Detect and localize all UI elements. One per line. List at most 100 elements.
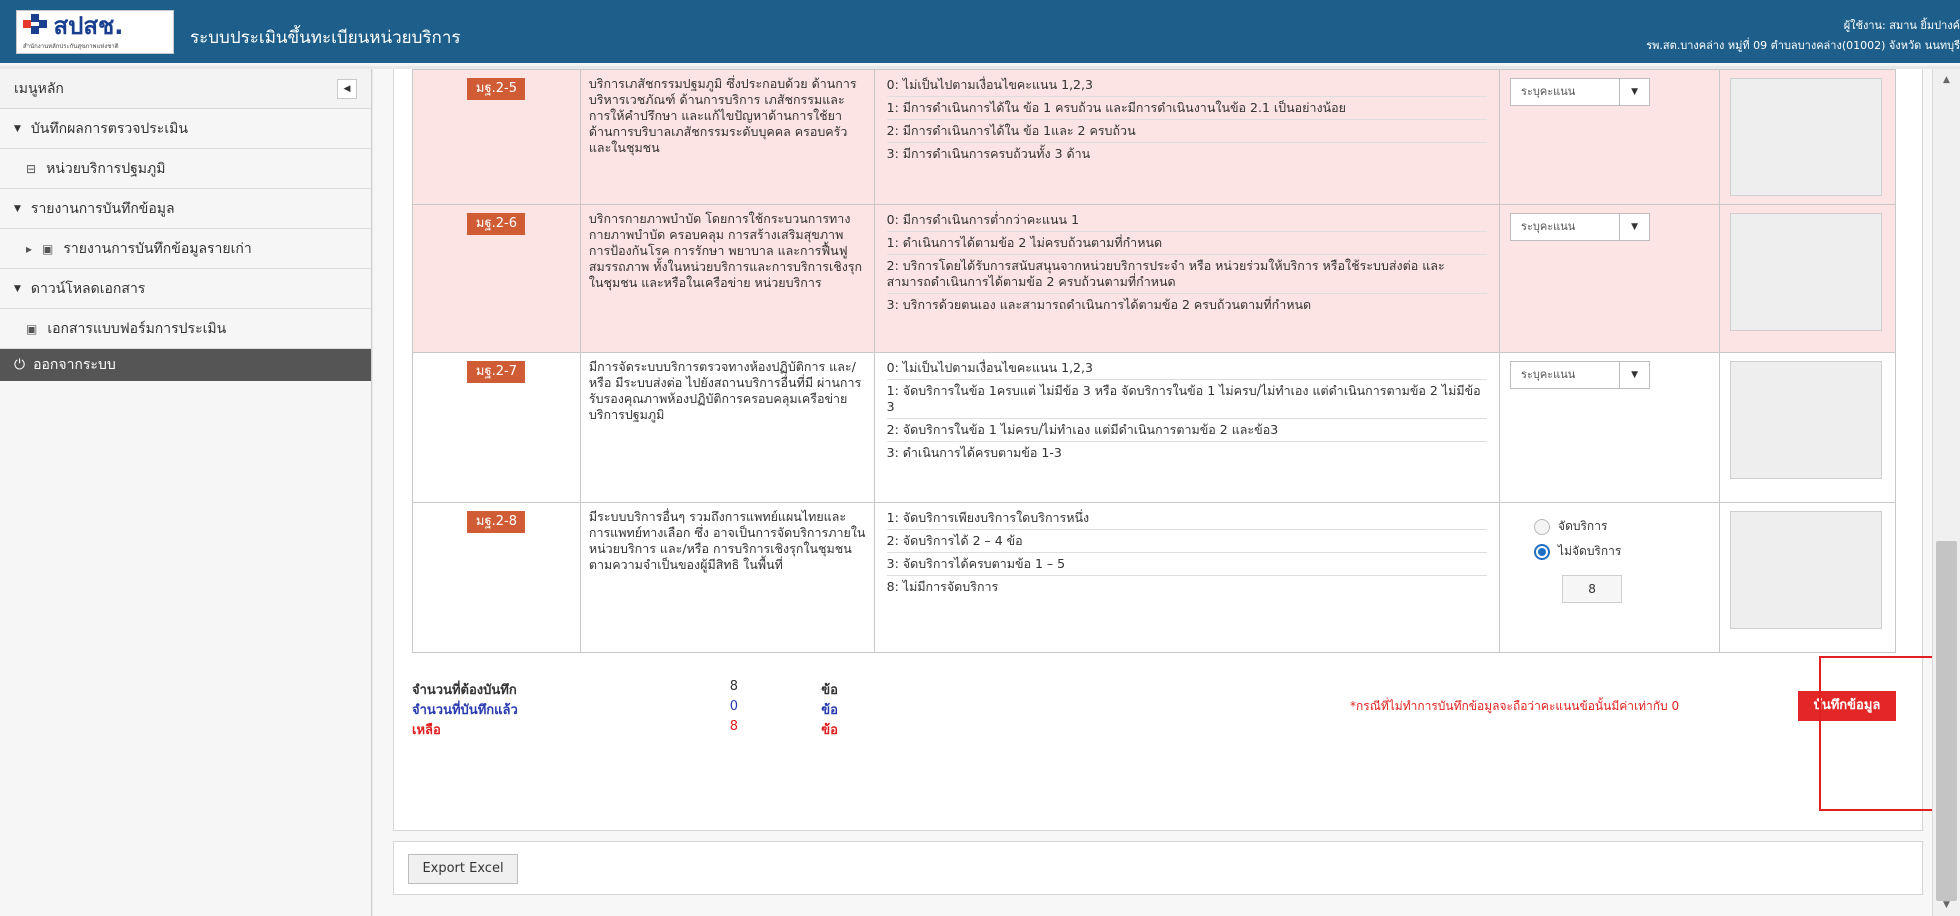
scroll-down-icon[interactable]: ▼	[1933, 894, 1960, 916]
criterion-code: มฐ.2-6	[467, 213, 526, 235]
sidebar-group-label: ดาวน์โหลดเอกสาร	[30, 280, 146, 297]
sidebar-group-label: รายงานการบันทึกข้อมูล	[30, 200, 175, 217]
sidebar-item-label: รายงานการบันทึกข้อมูลรายเก่า	[63, 240, 252, 257]
summary-remaining: เหลือ 8 ข้อ	[412, 719, 838, 739]
table-row: มฐ.2-8 มีระบบบริการอื่นๆ รวมถึงการแพทย์แ…	[412, 502, 1897, 653]
table-row: มฐ.2-6 บริการกายภาพบำบัด โดยการใช้กระบวน…	[412, 204, 1897, 353]
score-select-value: ระบุคะแนน	[1521, 220, 1576, 233]
summary-count: 8	[729, 679, 738, 694]
chevron-down-icon: ▼	[1619, 79, 1649, 105]
sidebar-group-label: บันทึกผลการตรวจประเมิน	[30, 120, 188, 137]
nhso-logo-icon	[23, 14, 47, 34]
caret-down-icon: ▼	[14, 203, 21, 214]
export-bar: Export Excel	[393, 841, 1923, 895]
sidebar: เมนูหลัก ◀ ▼ บันทึกผลการตรวจประเมิน ⊟ หน…	[0, 69, 372, 916]
radio-option-provide[interactable]: จัดบริการ	[1534, 517, 1709, 536]
summary-unit: ข้อ	[821, 683, 838, 698]
sidebar-header: เมนูหลัก ◀	[0, 69, 371, 109]
report-icon: ▣	[42, 241, 54, 256]
sidebar-item-label: หน่วยบริการปฐมภูมิ	[46, 160, 166, 177]
note-textarea[interactable]	[1729, 78, 1882, 196]
criteria-item: 1: ดำเนินการได้ตามข้อ 2 ไม่ครบถ้วนตามที่…	[886, 232, 1488, 255]
caret-right-icon: ▸	[26, 241, 33, 256]
scroll-thumb[interactable]	[1936, 541, 1957, 901]
sidebar-item-label: เอกสารแบบฟอร์มการประเมิน	[47, 320, 227, 337]
criterion-description: บริการกายภาพบำบัด โดยการใช้กระบวนการทางก…	[579, 204, 875, 353]
chevron-down-icon: ▼	[1619, 362, 1649, 388]
sidebar-group-downloads[interactable]: ▼ ดาวน์โหลดเอกสาร	[0, 269, 371, 309]
summary-label: จำนวนที่ต้องบันทึก	[412, 683, 517, 698]
list-icon: ⊟	[26, 161, 37, 176]
collapse-left-icon[interactable]: ◀	[337, 78, 357, 99]
criteria-item: 8: ไม่มีการจัดบริการ	[886, 579, 999, 594]
summary-required: จำนวนที่ต้องบันทึก 8 ข้อ	[412, 679, 838, 699]
score-select-value: ระบุคะแนน	[1521, 85, 1576, 98]
sidebar-group-assessment[interactable]: ▼ บันทึกผลการตรวจประเมิน	[0, 109, 371, 149]
export-excel-button[interactable]: Export Excel	[408, 854, 518, 884]
note-textarea[interactable]	[1729, 511, 1882, 629]
radio-label: จัดบริการ	[1558, 519, 1608, 533]
criterion-code: มฐ.2-7	[467, 361, 526, 383]
radio-label: ไม่จัดบริการ	[1558, 544, 1622, 558]
criteria-item: 1: จัดบริการเพียงบริการใดบริการหนึ่ง	[886, 507, 1488, 530]
assessment-panel: มฐ.2-5 บริการเภสัชกรรมปฐมภูมิ ซึ่งประกอบ…	[393, 69, 1923, 831]
summary-count: 0	[729, 699, 738, 714]
main-content: มฐ.2-5 บริการเภสัชกรรมปฐมภูมิ ซึ่งประกอบ…	[373, 69, 1960, 916]
criteria-item: 2: มีการดำเนินการได้ใน ข้อ 1และ 2 ครบถ้ว…	[886, 120, 1488, 143]
criteria-item: 3: มีการดำเนินการครบถ้วนทั้ง 3 ด้าน	[886, 146, 1091, 161]
criterion-code: มฐ.2-5	[467, 78, 526, 100]
logo-subtext: สำนักงานหลักประกันสุขภาพแห่งชาติ	[23, 43, 119, 50]
note-textarea[interactable]	[1729, 213, 1882, 331]
table-row: มฐ.2-5 บริการเภสัชกรรมปฐมภูมิ ซึ่งประกอบ…	[412, 69, 1897, 205]
criterion-description: มีการจัดระบบบริการตรวจทางห้องปฏิบัติการ …	[579, 352, 875, 503]
criteria-item: 2: จัดบริการได้ 2 – 4 ข้อ	[886, 530, 1488, 553]
scoring-criteria: 1: จัดบริการเพียงบริการใดบริการหนึ่ง 2: …	[873, 502, 1501, 653]
logout-button[interactable]: ⏻ ออกจากระบบ	[0, 349, 371, 381]
criterion-code: มฐ.2-8	[467, 511, 526, 533]
top-header: สปสช. สำนักงานหลักประกันสุขภาพแห่งชาติ ร…	[0, 0, 1960, 66]
criteria-item: 0: ไม่เป็นไปตามเงื่อนไขคะแนน 1,2,3	[886, 74, 1488, 97]
criteria-item: 2: บริการโดยได้รับการสนับสนุนจากหน่วยบริ…	[886, 255, 1488, 294]
sidebar-item-forms[interactable]: ▣ เอกสารแบบฟอร์มการประเมิน	[0, 309, 371, 349]
warning-note: *กรณีที่ไม่ทำการบันทึกข้อมูลจะถือว่าคะแน…	[1350, 699, 1680, 713]
document-icon: ▣	[26, 321, 38, 336]
user-info: ผู้ใช้งาน: สมาน ยิ้มปางค์	[1843, 19, 1960, 32]
scoring-criteria: 0: ไม่เป็นไปตามเงื่อนไขคะแนน 1,2,3 1: มี…	[873, 69, 1501, 205]
note-textarea[interactable]	[1729, 361, 1882, 479]
summary-unit: ข้อ	[821, 703, 838, 718]
unit-info: รพ.สต.บางคล่าง หมู่ที่ 09 ตำบลบางคล่าง(0…	[1646, 39, 1960, 52]
criteria-item: 0: ไม่เป็นไปตามเงื่อนไขคะแนน 1,2,3	[886, 357, 1488, 380]
scoring-criteria: 0: ไม่เป็นไปตามเงื่อนไขคะแนน 1,2,3 1: จั…	[873, 352, 1501, 503]
sidebar-item-report[interactable]: ▸ ▣ รายงานการบันทึกข้อมูลรายเก่า	[0, 229, 371, 269]
logo-text: สปสช.	[53, 12, 124, 40]
radio-checked[interactable]	[1534, 543, 1551, 560]
summary-saved: จำนวนที่บันทึกแล้ว 0 ข้อ	[412, 699, 838, 719]
score-select[interactable]: ระบุคะแนน ▼	[1510, 78, 1651, 106]
score-value-field[interactable]: 8	[1562, 575, 1623, 603]
criterion-description: มีระบบบริการอื่นๆ รวมถึงการแพทย์แผนไทยแล…	[579, 502, 875, 653]
criteria-item: 1: จัดบริการในข้อ 1ครบแต่ ไม่มีข้อ 3 หรื…	[886, 380, 1488, 419]
sidebar-item-primary-care[interactable]: ⊟ หน่วยบริการปฐมภูมิ	[0, 149, 371, 189]
score-select[interactable]: ระบุคะแนน ▼	[1510, 361, 1651, 389]
score-select-value: ระบุคะแนน	[1521, 368, 1576, 381]
scoring-criteria: 0: มีการดำเนินการต่ำกว่าคะแนน 1 1: ดำเนิ…	[873, 204, 1501, 353]
table-row: มฐ.2-7 มีการจัดระบบบริการตรวจทางห้องปฏิบ…	[412, 352, 1897, 503]
nhso-logo[interactable]: สปสช. สำนักงานหลักประกันสุขภาพแห่งชาติ	[16, 10, 174, 54]
summary-unit: ข้อ	[821, 723, 838, 738]
system-title: ระบบประเมินขึ้นทะเบียนหน่วยบริการ	[190, 28, 461, 48]
caret-down-icon: ▼	[14, 123, 21, 134]
sidebar-title: เมนูหลัก	[14, 80, 64, 97]
summary-count: 8	[729, 719, 738, 734]
summary-section: จำนวนที่ต้องบันทึก 8 ข้อ จำนวนที่บันทึกแ…	[412, 679, 1896, 769]
caret-down-icon: ▼	[14, 283, 21, 294]
sidebar-group-reports[interactable]: ▼ รายงานการบันทึกข้อมูล	[0, 189, 371, 229]
radio-option-not-provide[interactable]: ไม่จัดบริการ	[1534, 542, 1709, 561]
summary-label: เหลือ	[412, 723, 441, 738]
criteria-item: 3: ดำเนินการได้ครบตามข้อ 1-3	[886, 445, 1062, 460]
criteria-item: 3: บริการด้วยตนเอง และสามารถดำเนินการได้…	[886, 297, 1312, 312]
score-select[interactable]: ระบุคะแนน ▼	[1510, 213, 1651, 241]
radio-unchecked[interactable]	[1534, 518, 1551, 535]
scroll-up-icon[interactable]: ▲	[1933, 69, 1960, 91]
summary-label: จำนวนที่บันทึกแล้ว	[412, 703, 518, 718]
vertical-scrollbar[interactable]: ▲ ▼	[1932, 69, 1960, 916]
